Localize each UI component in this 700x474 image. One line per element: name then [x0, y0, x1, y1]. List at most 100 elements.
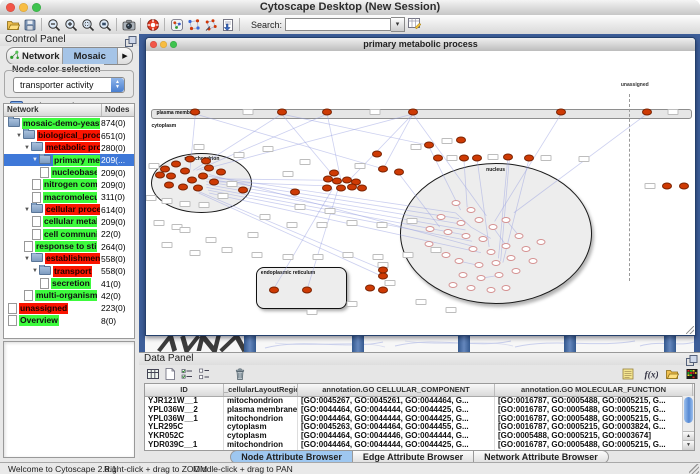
network-node-small[interactable]	[512, 268, 521, 274]
float-panel-icon[interactable]	[124, 35, 136, 46]
network-node[interactable]	[524, 154, 534, 161]
network-node-small[interactable]	[502, 285, 511, 291]
zoom-out-icon[interactable]	[45, 17, 62, 33]
network-node[interactable]	[322, 184, 332, 191]
network-node[interactable]	[180, 168, 190, 175]
network-node[interactable]	[155, 172, 165, 179]
network-node-small[interactable]	[486, 287, 495, 293]
network-node-small[interactable]	[467, 285, 476, 291]
network-node[interactable]	[456, 137, 466, 144]
close-button[interactable]	[6, 3, 15, 12]
network-node[interactable]	[290, 189, 300, 196]
new-attribute-icon[interactable]	[161, 366, 179, 382]
network-tree-row[interactable]: ▼primary metabo209(...	[4, 154, 134, 166]
network-node[interactable]	[164, 181, 174, 188]
frame-titlebar[interactable]: primary metabolic process	[146, 38, 695, 52]
frame-minimize-button[interactable]	[160, 41, 167, 48]
network-node-small[interactable]	[448, 282, 457, 288]
search-combobox[interactable]: ▾	[285, 18, 405, 31]
table-row[interactable]: YDR039C__1mitochondrion[GO:0044464, GO:0…	[145, 441, 694, 450]
expander-icon[interactable]: ▼	[24, 207, 31, 213]
table-row[interactable]: YJR121W__1mitochondrion[GO:0045267, GO:0…	[145, 397, 694, 406]
network-node-small[interactable]	[444, 229, 453, 235]
save-icon[interactable]	[21, 17, 38, 33]
network-tree-row[interactable]: mosaic-demo-yeast874(0)	[4, 117, 134, 129]
network-annotation-icon[interactable]	[185, 17, 202, 33]
network-node[interactable]	[336, 184, 346, 191]
network-node[interactable]	[166, 172, 176, 179]
select-table-icon[interactable]	[144, 366, 162, 382]
network-node-small[interactable]	[441, 252, 450, 258]
table-column-header[interactable]: annotation.GO MOLECULAR_FUNCTION	[495, 384, 693, 396]
network-tree-row[interactable]: ▼metabolic process280(0)	[4, 142, 134, 154]
network-node[interactable]	[472, 154, 482, 161]
delete-attribute-icon[interactable]	[231, 366, 249, 382]
network-node-small[interactable]	[474, 262, 483, 268]
network-node-small[interactable]	[424, 241, 433, 247]
network-node[interactable]	[209, 178, 219, 185]
network-tree-row[interactable]: ▼biological_process651(0)	[4, 129, 134, 141]
network-node-small[interactable]	[467, 207, 476, 213]
expander-icon[interactable]: ▼	[24, 145, 31, 151]
search-dropdown-button[interactable]: ▾	[391, 17, 405, 32]
network-node[interactable]	[433, 154, 443, 161]
tree-column-nodes[interactable]: Nodes	[102, 104, 134, 116]
maximize-button[interactable]	[32, 3, 41, 12]
network-node[interactable]	[372, 150, 382, 157]
table-scrollbar[interactable]: ▲ ▼	[682, 396, 694, 450]
expander-icon[interactable]: ▼	[16, 133, 23, 139]
network-tree-row[interactable]: response to stimulu264(0)	[4, 240, 134, 252]
network-node[interactable]	[394, 169, 404, 176]
attribute-browser-icon[interactable]	[405, 15, 422, 31]
expander-icon[interactable]: ▼	[32, 268, 39, 274]
network-node[interactable]	[185, 155, 195, 162]
zoom-fit-icon[interactable]	[96, 17, 113, 33]
table-row[interactable]: YPL036W__1mitochondrion[GO:0044464, GO:0…	[145, 415, 694, 424]
network-node-small[interactable]	[479, 236, 488, 242]
open-file-icon[interactable]	[4, 17, 21, 33]
network-node[interactable]	[424, 142, 434, 149]
network-node[interactable]	[198, 172, 208, 179]
heatmap-icon[interactable]	[683, 366, 700, 382]
network-node[interactable]	[187, 176, 197, 183]
node-color-select[interactable]: transporter activity ▲▼	[13, 77, 125, 93]
network-node[interactable]	[357, 184, 367, 191]
network-node[interactable]	[238, 187, 248, 194]
tab-mosaic[interactable]: Mosaic	[63, 48, 119, 64]
vizmapper-icon[interactable]	[168, 17, 185, 33]
tree-column-network[interactable]: Network	[4, 104, 102, 116]
network-node[interactable]	[365, 284, 375, 291]
network-node[interactable]	[642, 109, 652, 116]
table-row[interactable]: YKR052Ccytoplasm[GO:0044464, GO:0044446,…	[145, 432, 694, 441]
network-node-small[interactable]	[461, 233, 470, 239]
network-tree-row[interactable]: ▼establishment of lo558(0)	[4, 253, 134, 265]
network-node[interactable]	[190, 109, 200, 116]
snapshot-icon[interactable]	[120, 17, 137, 33]
network-tree-row[interactable]: macromolecule311(0)	[4, 191, 134, 203]
network-node-small[interactable]	[451, 200, 460, 206]
network-node[interactable]	[329, 170, 339, 177]
table-column-header[interactable]: ID	[145, 384, 224, 396]
search-input[interactable]	[285, 18, 391, 31]
network-node[interactable]	[277, 109, 287, 116]
network-node-small[interactable]	[491, 260, 500, 266]
network-node[interactable]	[204, 165, 214, 172]
network-node[interactable]	[193, 184, 203, 191]
select-stepper-icon[interactable]: ▲▼	[111, 78, 124, 92]
network-node[interactable]	[171, 161, 181, 168]
table-column-header[interactable]: _cellularLayoutRegion	[224, 384, 298, 396]
scroll-down-button[interactable]: ▼	[683, 440, 694, 450]
network-node-small[interactable]	[537, 239, 546, 245]
network-tree-row[interactable]: ▼cellular process614(0)	[4, 203, 134, 215]
network-node-small[interactable]	[507, 255, 516, 261]
birds-eye-view[interactable]	[3, 341, 135, 458]
network-node[interactable]	[378, 272, 388, 279]
network-node-small[interactable]	[436, 214, 445, 220]
network-tree-row[interactable]: multi-organism pro42(0)	[4, 290, 134, 302]
network-node-small[interactable]	[456, 220, 465, 226]
table-column-header[interactable]: annotation.GO CELLULAR_COMPONENT	[298, 384, 495, 396]
network-node-small[interactable]	[474, 217, 483, 223]
frame-resize-grip[interactable]	[686, 326, 694, 334]
network-node-small[interactable]	[514, 233, 523, 239]
network-node[interactable]	[178, 183, 188, 190]
